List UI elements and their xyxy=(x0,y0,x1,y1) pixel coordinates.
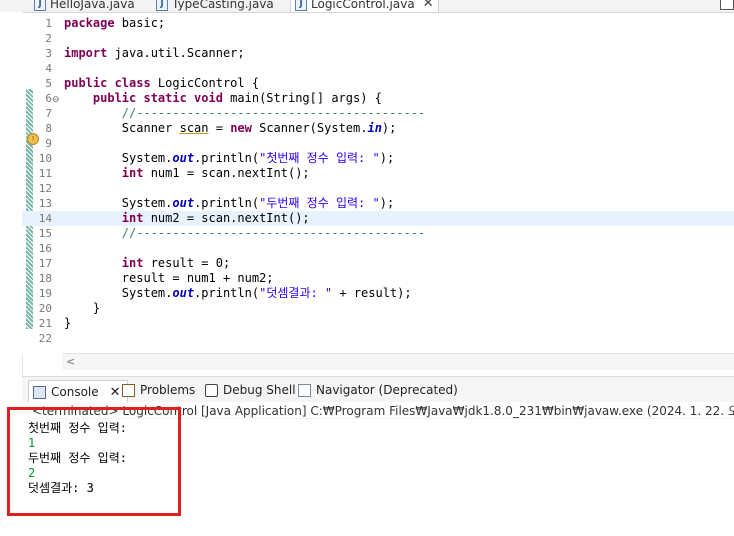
tab-navigator-label: Navigator (Deprecated) xyxy=(316,383,458,397)
code-line[interactable]: 15 //-----------------------------------… xyxy=(22,226,734,241)
editor-tab-bar: J HelloJava.java J TypeCasting.java J Lo… xyxy=(0,0,734,13)
code-editor[interactable]: ! ⊖ 1 package basic; 2 3 import java.util.Sc… xyxy=(22,13,734,370)
tab-logiccontrol[interactable]: J LogicControl.java ✕ xyxy=(290,0,439,12)
code-line[interactable]: 5 public class LogicControl { xyxy=(22,76,734,91)
code-text: public class LogicControl { xyxy=(64,76,260,90)
code-line[interactable]: 2 xyxy=(22,31,734,46)
line-number: 9 xyxy=(45,137,52,150)
java-file-icon: J xyxy=(34,0,46,11)
code-line[interactable]: 12 xyxy=(22,181,734,196)
code-text: int num1 = scan.nextInt(); xyxy=(121,166,310,180)
debug-shell-icon xyxy=(205,383,218,397)
code-text: Scanner scan = new Scanner(System.in); xyxy=(64,121,397,135)
problems-icon xyxy=(122,383,135,397)
close-icon[interactable]: ✕ xyxy=(423,0,434,11)
tab-label: TypeCasting.java xyxy=(172,0,274,11)
line-number: 22 xyxy=(38,332,52,345)
code-line[interactable]: 17 int result = 0; xyxy=(22,256,734,271)
code-line[interactable]: 22 xyxy=(22,331,734,346)
close-icon[interactable]: ✕ xyxy=(110,385,121,400)
line-number: 15 xyxy=(38,227,52,240)
line-number: 12 xyxy=(38,182,52,195)
line-number: 20 xyxy=(38,302,52,315)
scroll-left-icon[interactable]: < xyxy=(66,355,75,368)
code-text: result = num1 + num2; xyxy=(64,271,274,285)
line-number: 7 xyxy=(45,107,52,120)
tab-problems-label: Problems xyxy=(140,383,196,397)
code-text: } xyxy=(64,316,72,330)
code-text: System.out.println("덧셈결과: " + result); xyxy=(64,286,412,300)
tab-debug-shell[interactable]: Debug Shell xyxy=(205,381,296,399)
line-number: 18 xyxy=(38,272,52,285)
code-text: } xyxy=(64,301,101,315)
line-number: 11 xyxy=(38,167,52,180)
tab-hellojava[interactable]: J HelloJava.java xyxy=(34,0,135,12)
code-line[interactable]: 9 xyxy=(22,136,734,151)
line-number: 5 xyxy=(45,77,52,90)
tab-typecasting[interactable]: J TypeCasting.java xyxy=(156,0,274,12)
line-number: 10 xyxy=(38,152,52,165)
code-text: int result = 0; xyxy=(121,256,231,270)
code-text: int num2 = scan.nextInt(); xyxy=(121,211,310,225)
code-line[interactable]: 1 package basic; xyxy=(22,16,734,31)
tab-debug-shell-label: Debug Shell xyxy=(223,383,296,397)
code-text: System.out.println("두번째 정수 입력: "); xyxy=(64,196,395,210)
code-text: System.out.println("첫번째 정수 입력: "); xyxy=(64,151,395,165)
bottom-views-bar: Console ✕ Problems Debug Shell Navigator… xyxy=(22,376,734,404)
code-line[interactable]: 21} xyxy=(22,316,734,331)
tab-label: HelloJava.java xyxy=(50,0,135,11)
line-number: 2 xyxy=(45,32,52,45)
line-number: 14 xyxy=(38,212,52,225)
code-line[interactable]: 14 int num2 = scan.nextInt(); xyxy=(22,211,734,226)
horizontal-scrollbar[interactable]: < xyxy=(62,353,734,370)
console-icon xyxy=(33,385,46,399)
line-number: 17 xyxy=(38,257,52,270)
tab-label: LogicControl.java xyxy=(311,0,415,11)
line-number: 1 xyxy=(45,17,52,30)
tab-problems[interactable]: Problems xyxy=(122,381,195,399)
line-number: 21 xyxy=(38,317,52,330)
navigator-icon xyxy=(298,383,311,397)
code-line[interactable]: 3 import java.util.Scanner; xyxy=(22,46,734,61)
line-number: 4 xyxy=(45,62,52,75)
code-line[interactable]: 10 System.out.println("첫번째 정수 입력: "); xyxy=(22,151,734,166)
code-line[interactable]: 16 xyxy=(22,241,734,256)
code-line[interactable]: 4 xyxy=(22,61,734,76)
line-number: 6 xyxy=(45,92,52,105)
code-line[interactable]: 18 result = num1 + num2; xyxy=(22,271,734,286)
java-file-icon: J xyxy=(156,0,168,11)
code-line[interactable]: 11 int num1 = scan.nextInt(); xyxy=(22,166,734,181)
line-number: 3 xyxy=(45,47,52,60)
highlight-annotation-box xyxy=(7,407,181,516)
code-line[interactable]: 7 //------------------------------------… xyxy=(22,106,734,121)
line-number: 16 xyxy=(38,242,52,255)
restore-icon[interactable] xyxy=(720,0,734,10)
code-line[interactable]: 6 public static void main(String[] args)… xyxy=(22,91,734,106)
tab-console[interactable]: Console ✕ xyxy=(28,380,128,403)
code-line[interactable]: 8 Scanner scan = new Scanner(System.in); xyxy=(22,121,734,136)
code-text: //--------------------------------------… xyxy=(121,106,426,120)
java-file-icon: J xyxy=(295,0,307,11)
tab-console-label: Console xyxy=(51,385,99,399)
line-number: 8 xyxy=(45,122,52,135)
code-text: import java.util.Scanner; xyxy=(64,46,245,60)
code-text: package basic; xyxy=(64,16,166,30)
code-line[interactable]: 13 System.out.println("두번째 정수 입력: "); xyxy=(22,196,734,211)
code-text: //--------------------------------------… xyxy=(121,226,426,240)
code-text: public static void main(String[] args) { xyxy=(92,91,382,105)
tab-navigator[interactable]: Navigator (Deprecated) xyxy=(298,381,458,399)
code-line[interactable]: 19 System.out.println("덧셈결과: " + result)… xyxy=(22,286,734,301)
code-line[interactable]: 20 } xyxy=(22,301,734,316)
line-number: 13 xyxy=(38,197,52,210)
line-number: 19 xyxy=(38,287,52,300)
